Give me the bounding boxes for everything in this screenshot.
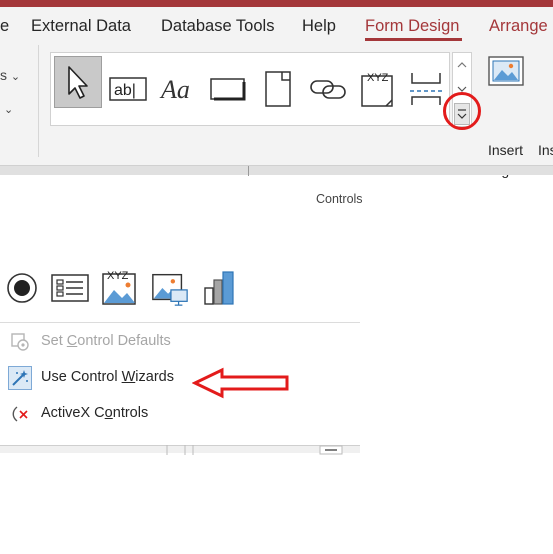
tab-database-tools[interactable]: Database Tools <box>161 17 274 36</box>
ribbon-bottom-edge <box>0 165 553 176</box>
use-control-wizards-label: Use Control Wizards <box>41 369 174 385</box>
navigation-control-icon <box>410 73 442 105</box>
label-icon: Aa <box>159 75 190 104</box>
bound-object-frame-icon: XYZ <box>102 270 136 305</box>
text-box-button[interactable]: ab| <box>105 64 151 114</box>
title-bar <box>0 0 553 7</box>
select-tool-button[interactable] <box>54 56 102 108</box>
bound-object-frame-control[interactable]: XYZ <box>100 268 140 308</box>
dropdown-separator <box>0 322 360 323</box>
control-wizards-icon <box>8 366 32 390</box>
button-icon <box>210 78 246 101</box>
hyperlink-icon <box>310 80 346 99</box>
menu-item-use-control-wizards[interactable]: Use Control Wizards <box>0 361 360 395</box>
pane-divider <box>248 166 249 176</box>
ribbon-divider <box>38 45 39 157</box>
set-control-defaults-label: Set Control Defaults <box>41 333 171 349</box>
label-button[interactable]: Aa <box>155 64 201 114</box>
background-form-lines <box>166 445 343 455</box>
ribbon-tabs: e External Data Database Tools Help Form… <box>0 7 553 45</box>
gallery-scroll-up-button[interactable] <box>453 53 471 77</box>
svg-text:Aa: Aa <box>159 75 190 104</box>
svg-text:XYZ: XYZ <box>107 270 129 282</box>
insert-next-button-label[interactable]: Ins <box>538 142 553 158</box>
annotation-arrow <box>192 367 289 399</box>
insert-image-icon <box>488 56 524 86</box>
insert-image-button[interactable] <box>480 55 540 135</box>
tab-control-icon <box>265 71 291 107</box>
menu-item-set-control-defaults[interactable]: Set Control Defaults <box>0 325 360 359</box>
web-browser-icon: XYZ <box>361 72 393 107</box>
activex-controls-label: ActiveX Controls <box>41 405 149 421</box>
chevron-up-icon <box>457 62 467 68</box>
svg-text:ab|: ab| <box>114 82 136 99</box>
tab-external-data[interactable]: External Data <box>31 17 131 36</box>
navigation-control-button[interactable] <box>403 64 449 114</box>
tab-control-button[interactable] <box>255 64 301 114</box>
button-control-button[interactable] <box>205 64 251 114</box>
select-tool-icon <box>68 66 88 99</box>
active-tab-indicator <box>365 38 462 41</box>
insert-image-label-line1: Insert <box>488 142 524 158</box>
image-control[interactable] <box>150 268 190 308</box>
menu-item-activex-controls[interactable]: ActiveX Controls <box>0 397 360 431</box>
hyperlink-button[interactable] <box>305 64 351 114</box>
tab-help[interactable]: Help <box>302 17 336 36</box>
tab-arrange[interactable]: Arrange <box>489 17 548 36</box>
chart-control[interactable] <box>200 268 240 308</box>
option-button-icon <box>7 273 37 303</box>
image-control-icon <box>152 273 188 306</box>
list-box-control[interactable] <box>50 268 90 308</box>
tab-partial[interactable]: e <box>0 17 9 36</box>
annotation-highlight-circle <box>443 92 481 130</box>
controls-gallery: ab| Aa XYZ <box>50 52 450 126</box>
option-button-control[interactable] <box>2 268 42 308</box>
activex-controls-icon <box>8 402 32 426</box>
ribbon-left-partial-label[interactable]: s ⌄ <box>0 67 20 83</box>
dropdown-control-icons: XYZ <box>0 250 360 322</box>
tab-form-design[interactable]: Form Design <box>365 17 459 36</box>
ribbon-left-chevron-icon[interactable]: ⌄ <box>4 103 13 116</box>
chart-icon <box>204 271 234 305</box>
set-control-defaults-icon <box>8 330 32 354</box>
text-box-icon: ab| <box>109 77 147 101</box>
list-box-icon <box>51 274 89 302</box>
controls-group-label: Controls <box>316 192 363 206</box>
web-browser-button[interactable]: XYZ <box>355 64 401 114</box>
svg-text:XYZ: XYZ <box>367 72 389 84</box>
controls-dropdown-menu: XYZ Set Control Defaults Use Control Wiz… <box>0 250 360 445</box>
